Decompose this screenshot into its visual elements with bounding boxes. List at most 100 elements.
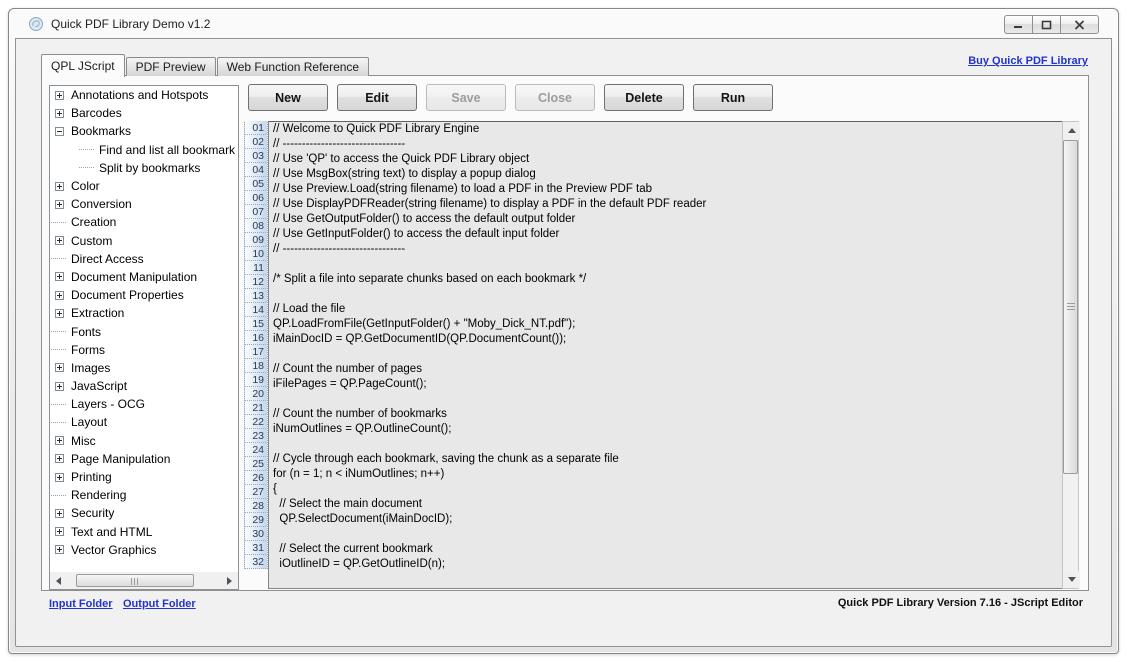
tree-expand-icon[interactable] <box>83 145 92 154</box>
window-controls <box>1005 15 1099 34</box>
tree-item[interactable]: Annotations and Hotspots <box>50 86 238 104</box>
tree-expand-icon[interactable] <box>55 254 64 263</box>
tree-expand-icon[interactable] <box>55 509 64 518</box>
code-line: // Load the file <box>269 302 1062 317</box>
tree-expand-icon[interactable] <box>55 418 64 427</box>
tree-expand-icon[interactable] <box>55 400 64 409</box>
tree-expand-icon[interactable] <box>55 327 64 336</box>
line-number: 01 <box>244 121 268 135</box>
tree-item[interactable]: Rendering <box>50 486 238 504</box>
buy-quick-pdf-library-link[interactable]: Buy Quick PDF Library <box>968 55 1088 67</box>
tree-expand-icon[interactable] <box>55 218 64 227</box>
tree-expand-icon[interactable] <box>55 545 64 554</box>
tree-item[interactable]: Document Manipulation <box>50 268 238 286</box>
tree-expand-icon[interactable] <box>55 236 64 245</box>
tab[interactable]: PDF Preview <box>126 57 216 76</box>
scroll-down-button[interactable] <box>1063 571 1080 588</box>
tree-item[interactable]: Layers - OCG <box>50 395 238 413</box>
tree-item[interactable]: Split by bookmarks <box>50 159 238 177</box>
tree-item[interactable]: Custom <box>50 232 238 250</box>
output-folder-link[interactable]: Output Folder <box>123 598 196 610</box>
close-button[interactable] <box>1060 15 1099 34</box>
tree-item-label: JavaScript <box>71 379 127 393</box>
line-number: 24 <box>244 442 268 457</box>
code-line <box>269 347 1062 362</box>
editor-vertical-scrollbar[interactable] <box>1062 121 1079 589</box>
maximize-button[interactable] <box>1032 15 1061 34</box>
script-tree[interactable]: Annotations and Hotspots Barcodes Bookma… <box>49 85 239 590</box>
line-number-gutter: 01 02 03 04 05 06 07 08 <box>244 121 268 589</box>
tree-expand-icon[interactable] <box>55 454 64 463</box>
tree-item-label: Security <box>71 506 114 520</box>
input-folder-link[interactable]: Input Folder <box>49 598 113 610</box>
tree-item[interactable]: JavaScript <box>50 377 238 395</box>
tree-expand-icon[interactable] <box>55 527 64 536</box>
tree-expand-icon[interactable] <box>55 272 64 281</box>
tree-item[interactable]: Layout <box>50 413 238 431</box>
code-line: iMainDocID = QP.GetDocumentID(QP.Documen… <box>269 332 1062 347</box>
tree-expand-icon[interactable] <box>55 436 64 445</box>
vertical-scroll-thumb[interactable] <box>1063 140 1078 474</box>
scroll-left-button[interactable] <box>50 572 67 589</box>
line-number: 17 <box>244 344 268 359</box>
toolbar-button[interactable]: Save <box>426 84 506 111</box>
tree-expand-icon[interactable] <box>55 382 64 391</box>
tree-item[interactable]: Forms <box>50 341 238 359</box>
tab[interactable]: Web Function Reference <box>217 57 370 76</box>
tree-item[interactable]: Misc <box>50 432 238 450</box>
tree-item[interactable]: Vector Graphics <box>50 541 238 559</box>
scroll-up-button[interactable] <box>1063 122 1080 139</box>
toolbar-button[interactable]: Run <box>693 84 773 111</box>
line-number: 13 <box>244 288 268 303</box>
tree-item[interactable]: Document Properties <box>50 286 238 304</box>
line-number: 06 <box>244 190 268 205</box>
line-number: 03 <box>244 148 268 163</box>
tree-expand-icon[interactable] <box>55 109 64 118</box>
tree-expand-icon[interactable] <box>55 309 64 318</box>
tree-item[interactable]: Creation <box>50 213 238 231</box>
vertical-scroll-track[interactable] <box>1063 139 1078 571</box>
tree-item-label: Barcodes <box>71 106 122 120</box>
toolbar-button[interactable]: Edit <box>337 84 417 111</box>
code-line: // Use GetInputFolder() to access the de… <box>269 227 1062 242</box>
tree-item[interactable]: Direct Access <box>50 250 238 268</box>
code-line <box>269 437 1062 452</box>
line-number: 09 <box>244 232 268 247</box>
scroll-right-button[interactable] <box>221 572 238 589</box>
tree-expand-icon[interactable] <box>55 363 64 372</box>
toolbar-button[interactable]: New <box>248 84 328 111</box>
tree-expand-icon[interactable] <box>55 127 64 136</box>
tree-expand-icon[interactable] <box>55 345 64 354</box>
tree-item[interactable]: Images <box>50 359 238 377</box>
tree-item[interactable]: Printing <box>50 468 238 486</box>
tree-item[interactable]: Find and list all bookmark <box>50 141 238 159</box>
tree-item[interactable]: Page Manipulation <box>50 450 238 468</box>
tree-horizontal-scrollbar[interactable] <box>50 572 238 589</box>
tree-item[interactable]: Conversion <box>50 195 238 213</box>
line-number: 07 <box>244 204 268 219</box>
minimize-button[interactable] <box>1004 15 1033 34</box>
tree-item-label: Bookmarks <box>71 124 131 138</box>
tree-item[interactable]: Color <box>50 177 238 195</box>
horizontal-scroll-thumb[interactable] <box>76 574 194 587</box>
toolbar-button[interactable]: Delete <box>604 84 684 111</box>
toolbar-button[interactable]: Close <box>515 84 595 111</box>
tree-expand-icon[interactable] <box>83 163 92 172</box>
tree-item[interactable]: Security <box>50 504 238 522</box>
tree-expand-icon[interactable] <box>55 491 64 500</box>
code-area[interactable]: // Welcome to Quick PDF Library Engine /… <box>268 121 1062 589</box>
tree-item[interactable]: Barcodes <box>50 104 238 122</box>
tree-expand-icon[interactable] <box>55 473 64 482</box>
tree-expand-icon[interactable] <box>55 91 64 100</box>
tab[interactable]: QPL JScript <box>41 54 125 77</box>
window-title: Quick PDF Library Demo v1.2 <box>51 17 210 31</box>
tree-item[interactable]: Fonts <box>50 322 238 340</box>
code-line <box>269 257 1062 272</box>
tree-item[interactable]: Text and HTML <box>50 523 238 541</box>
tree-expand-icon[interactable] <box>55 200 64 209</box>
tree-expand-icon[interactable] <box>55 182 64 191</box>
tab-label: QPL JScript <box>51 59 115 73</box>
tree-expand-icon[interactable] <box>55 291 64 300</box>
tree-item[interactable]: Extraction <box>50 304 238 322</box>
tree-item[interactable]: Bookmarks <box>50 122 238 140</box>
